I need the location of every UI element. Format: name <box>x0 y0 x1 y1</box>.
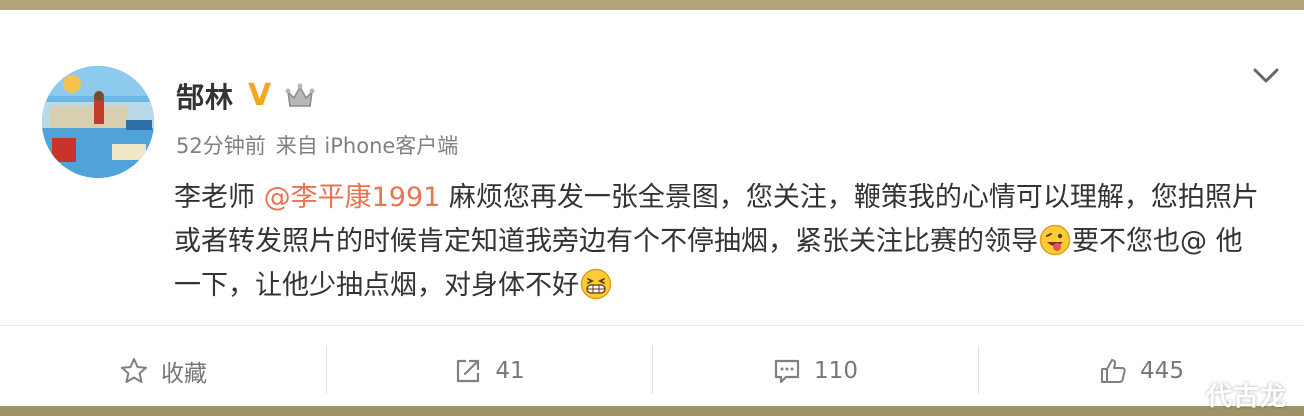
comment-count: 110 <box>814 358 858 384</box>
post-text: 李老师 @李平康1991 麻烦您再发一张全景图，您关注，鞭策我的心情可以理解，您… <box>174 176 1264 308</box>
mention-link[interactable]: @李平康1991 <box>264 182 441 213</box>
tongue-out-emoji-icon <box>1039 224 1071 256</box>
action-toolbar: 收藏 41 110 445 <box>0 336 1304 406</box>
comment-icon <box>774 359 800 384</box>
chevron-down-icon[interactable] <box>1250 64 1282 88</box>
repost-icon <box>457 359 480 383</box>
watermark-text: 代古龙 <box>1206 382 1288 412</box>
username[interactable]: 郜林 <box>176 76 234 116</box>
toolbar-divider <box>0 325 1304 326</box>
grinning-emoji-icon <box>580 268 612 300</box>
favorite-label: 收藏 <box>161 361 207 387</box>
favorite-button[interactable]: 收藏 <box>0 336 326 406</box>
crown-icon <box>285 82 315 110</box>
avatar[interactable] <box>42 66 154 178</box>
name-row: 郜林 V <box>176 76 315 116</box>
like-count: 445 <box>1140 358 1184 384</box>
text-part-1: 李老师 <box>174 182 264 213</box>
post-time[interactable]: 52分钟前 <box>176 130 266 160</box>
post-source[interactable]: 来自 iPhone客户端 <box>276 130 459 160</box>
repost-button[interactable]: 41 <box>326 336 652 406</box>
repost-count: 41 <box>495 358 525 384</box>
weibo-post-card: 郜林 V 52分钟前 来自 iPhone客户端 李老师 @李平康1991 麻烦您… <box>0 10 1304 412</box>
verified-badge-icon: V <box>248 78 272 113</box>
star-icon <box>121 358 147 383</box>
post-meta: 52分钟前 来自 iPhone客户端 <box>176 130 458 160</box>
thumbs-up-icon <box>1101 359 1126 383</box>
comment-button[interactable]: 110 <box>652 336 978 406</box>
